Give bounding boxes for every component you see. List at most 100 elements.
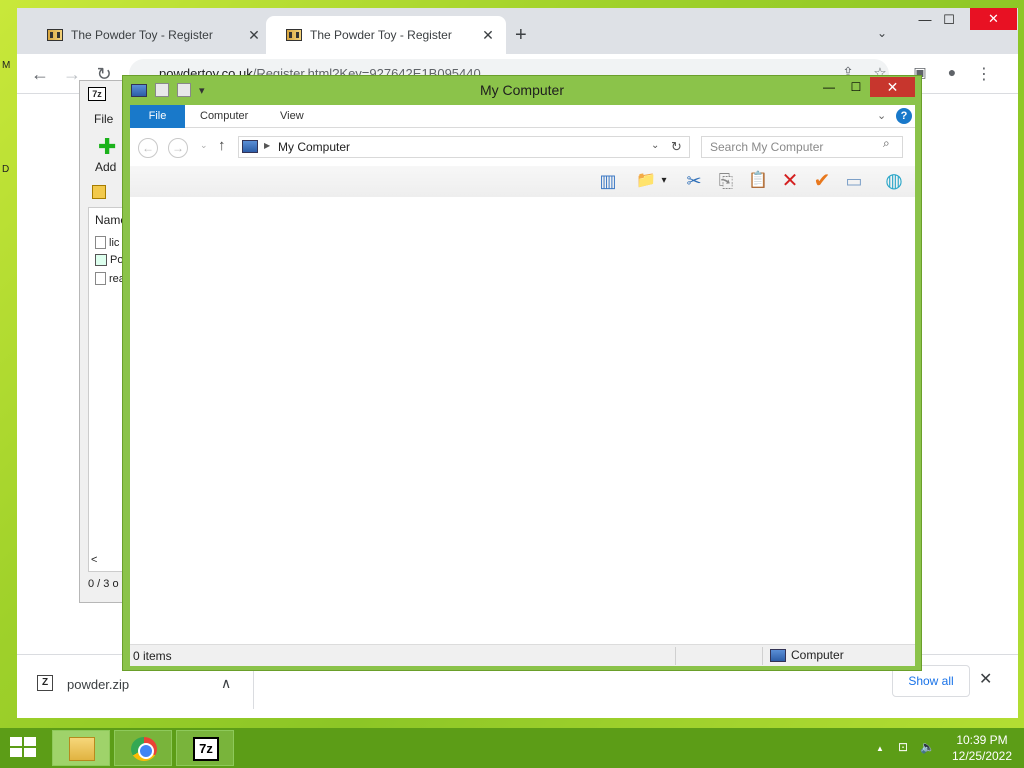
clock-time: 10:39 PM bbox=[956, 733, 1008, 747]
address-box[interactable]: ▶ My Computer ⌄ ↻ bbox=[238, 136, 690, 158]
status-location-label: Computer bbox=[791, 648, 844, 662]
computer-icon bbox=[131, 83, 147, 97]
status-bar: 0 items Computer bbox=[130, 644, 915, 666]
taskbar-app-7zip[interactable]: 7z bbox=[176, 730, 234, 766]
close-button[interactable]: ✕ bbox=[970, 8, 1017, 30]
explorer-window: My Computer ▾ — ☐ ✕ File Computer View ⌄… bbox=[122, 75, 922, 671]
breadcrumb[interactable]: My Computer bbox=[278, 140, 350, 154]
desktop-icon-label: M bbox=[2, 60, 11, 71]
back-button[interactable]: ← bbox=[29, 64, 51, 85]
add-icon[interactable]: ✚ bbox=[98, 136, 116, 158]
rename-icon[interactable]: ▭ bbox=[842, 170, 866, 192]
new-folder-icon[interactable] bbox=[177, 83, 191, 97]
recent-locations-icon[interactable]: ⌄ bbox=[200, 140, 208, 151]
status-location: Computer bbox=[770, 648, 844, 662]
folder-up-icon[interactable] bbox=[92, 185, 106, 199]
customize-chevron-icon[interactable]: ▾ bbox=[199, 84, 205, 97]
layout-pane-icon[interactable]: ▥ bbox=[596, 170, 620, 192]
exe-file-icon bbox=[95, 254, 107, 266]
item-count: 0 items bbox=[133, 649, 172, 663]
clock-date: 12/25/2022 bbox=[951, 749, 1013, 763]
volume-icon[interactable]: 🔈 bbox=[920, 740, 935, 754]
menu-file[interactable]: File bbox=[94, 112, 113, 126]
tab-strip: The Powder Toy - Register ✕ The Powder T… bbox=[17, 8, 1018, 54]
text-file-icon bbox=[95, 272, 106, 285]
tab-view[interactable]: View bbox=[280, 110, 304, 122]
command-bar: ▥ 📁 ▾ ✂ ⎘ 📋 ✕ ✔ ▭ ◍ bbox=[130, 166, 915, 197]
list-item[interactable]: Po bbox=[95, 254, 123, 266]
chevron-down-icon[interactable]: ⌄ bbox=[651, 140, 659, 151]
status-divider bbox=[675, 647, 676, 665]
list-item-label: lic bbox=[109, 236, 120, 249]
forward-button[interactable]: → bbox=[168, 138, 188, 158]
maximize-button[interactable]: ☐ bbox=[843, 77, 869, 97]
chrome-icon bbox=[131, 737, 157, 761]
maximize-button[interactable]: ☐ bbox=[934, 12, 964, 28]
quick-access-toolbar: ▾ bbox=[131, 83, 205, 97]
close-button[interactable]: ✕ bbox=[870, 77, 915, 97]
back-button[interactable]: ← bbox=[138, 138, 158, 158]
tab-title: The Powder Toy - Register bbox=[310, 28, 452, 42]
properties-icon[interactable] bbox=[155, 83, 169, 97]
help-icon[interactable]: ? bbox=[896, 108, 912, 124]
new-tab-button[interactable]: + bbox=[515, 24, 527, 47]
film-icon bbox=[47, 29, 63, 41]
chevron-up-icon[interactable]: ∧ bbox=[221, 675, 231, 692]
menu-icon[interactable]: ⋮ bbox=[973, 64, 995, 84]
browser-tab[interactable]: The Powder Toy - Register ✕ bbox=[27, 16, 272, 54]
expand-ribbon-icon[interactable]: ⌄ bbox=[877, 109, 886, 122]
folder-icon bbox=[69, 737, 95, 761]
refresh-icon[interactable]: ↻ bbox=[671, 139, 682, 155]
title-bar[interactable]: My Computer ▾ — ☐ ✕ bbox=[123, 76, 921, 104]
list-item[interactable]: lic bbox=[95, 236, 119, 249]
desktop-icon-label: D bbox=[2, 164, 10, 175]
taskbar-app-chrome[interactable] bbox=[114, 730, 172, 766]
taskbar-app-file-explorer[interactable] bbox=[52, 730, 110, 766]
status-text: 0 / 3 o bbox=[88, 578, 119, 590]
status-divider bbox=[762, 647, 763, 665]
7zip-icon: 7z bbox=[193, 737, 219, 761]
add-button-label[interactable]: Add bbox=[95, 160, 116, 174]
tab-title: The Powder Toy - Register bbox=[71, 28, 213, 42]
text-file-icon bbox=[95, 236, 106, 249]
minimize-button[interactable]: — bbox=[816, 77, 842, 97]
address-row: ← → ⌄ ↑ ▶ My Computer ⌄ ↻ Search My Comp… bbox=[130, 132, 915, 162]
computer-icon bbox=[242, 140, 258, 153]
paste-icon[interactable]: 📋 bbox=[746, 170, 770, 192]
delete-icon[interactable]: ✕ bbox=[778, 170, 802, 192]
search-icon[interactable]: ⌕ bbox=[883, 136, 890, 151]
up-arrow-icon[interactable]: ↑ bbox=[218, 137, 226, 154]
tab-file[interactable]: File bbox=[130, 105, 185, 128]
windows-start-icon[interactable] bbox=[10, 737, 38, 759]
close-icon[interactable]: ✕ bbox=[480, 27, 496, 44]
close-icon[interactable]: ✕ bbox=[246, 27, 262, 44]
zip-file-icon: Z bbox=[37, 675, 53, 691]
tab-computer[interactable]: Computer bbox=[200, 110, 248, 122]
file-view[interactable] bbox=[130, 197, 915, 644]
system-clock[interactable]: 10:39 PM 12/25/2022 bbox=[940, 732, 1024, 764]
network-globe-icon[interactable]: ◍ bbox=[882, 170, 906, 192]
profile-avatar-icon[interactable]: ● bbox=[941, 64, 963, 80]
close-icon[interactable]: ✕ bbox=[979, 669, 992, 689]
explorer-body: File Computer View ⌄ ? ← → ⌄ ↑ ▶ My Comp… bbox=[130, 105, 915, 666]
computer-icon bbox=[770, 648, 786, 662]
show-hidden-icons-icon[interactable]: ▲ bbox=[876, 744, 884, 753]
tab-search-button[interactable]: ⌄ bbox=[877, 26, 887, 40]
window-title: My Computer bbox=[479, 82, 565, 98]
breadcrumb-arrow-icon[interactable]: ▶ bbox=[264, 141, 270, 150]
properties-check-icon[interactable]: ✔ bbox=[810, 170, 834, 192]
copy-icon[interactable]: ⎘ bbox=[714, 170, 738, 192]
scroll-left-icon[interactable]: < bbox=[91, 554, 97, 566]
browser-tab-active[interactable]: The Powder Toy - Register ✕ bbox=[266, 16, 506, 54]
chevron-down-icon[interactable]: ▾ bbox=[657, 170, 671, 192]
search-input[interactable]: Search My Computer bbox=[701, 136, 903, 158]
list-item[interactable]: rea bbox=[95, 272, 125, 285]
film-icon bbox=[286, 29, 302, 41]
download-file-name: powder.zip bbox=[67, 677, 130, 692]
network-icon[interactable]: ⊡ bbox=[898, 740, 908, 754]
folder-options-icon[interactable]: 📁 bbox=[634, 170, 658, 192]
ribbon-tabs: File Computer View ⌄ ? bbox=[130, 105, 915, 128]
taskbar: 7z ▲ ⊡ 🔈 10:39 PM 12/25/2022 bbox=[0, 728, 1024, 768]
7zip-logo-icon: 7z bbox=[88, 87, 106, 101]
cut-icon[interactable]: ✂ bbox=[682, 170, 706, 192]
